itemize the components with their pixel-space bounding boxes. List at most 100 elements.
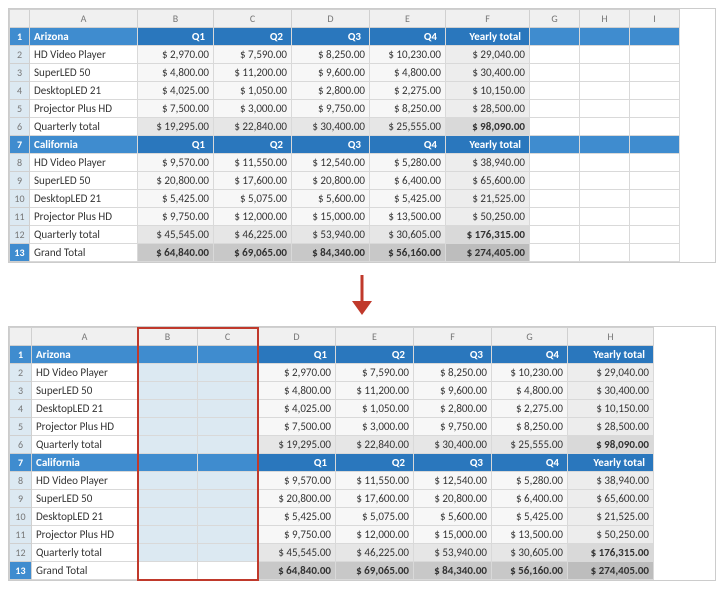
col-header[interactable]: G [530, 10, 580, 28]
row-header[interactable]: 12 [10, 226, 30, 244]
cell-value[interactable]: $ 46,225.00 [214, 226, 292, 244]
cell-value[interactable]: $ 4,025.00 [258, 400, 336, 418]
cell-value[interactable]: $ 20,800.00 [258, 490, 336, 508]
cell-yearly-total[interactable]: $ 274,405.00 [568, 562, 654, 580]
cell-yearly-total[interactable]: $ 28,500.00 [568, 418, 654, 436]
cell-value[interactable]: $ 20,800.00 [414, 490, 492, 508]
cell-value[interactable]: $ 9,600.00 [292, 64, 370, 82]
cell-value[interactable]: $ 56,160.00 [370, 244, 446, 262]
cell-value[interactable]: $ 12,540.00 [292, 154, 370, 172]
grand-total-label[interactable]: Grand Total [30, 244, 138, 262]
cell-value[interactable]: $ 5,425.00 [138, 190, 214, 208]
col-header[interactable]: I [630, 10, 680, 28]
blank-cell[interactable] [198, 382, 258, 400]
cell-value[interactable]: $ 5,600.00 [414, 508, 492, 526]
cell-value[interactable]: $ 3,000.00 [336, 418, 414, 436]
cell-value[interactable]: $ 64,840.00 [138, 244, 214, 262]
blank-cell[interactable] [198, 454, 258, 472]
cell-value[interactable]: $ 46,225.00 [336, 544, 414, 562]
cell-value[interactable]: $ 9,600.00 [414, 382, 492, 400]
col-q3[interactable]: Q3 [292, 28, 370, 46]
blank-cell[interactable] [198, 472, 258, 490]
cell-value[interactable]: $ 45,545.00 [258, 544, 336, 562]
quarterly-total-label[interactable]: Quarterly total [30, 118, 138, 136]
cell-value[interactable]: $ 20,800.00 [138, 172, 214, 190]
grand-total-label[interactable]: Grand Total [32, 562, 138, 580]
cell-yearly-total[interactable]: $ 65,600.00 [446, 172, 530, 190]
cell-value[interactable]: $ 15,000.00 [414, 526, 492, 544]
cell-value[interactable]: $ 30,605.00 [492, 544, 568, 562]
col-header[interactable]: F [446, 10, 530, 28]
blank-cell[interactable] [138, 436, 198, 454]
blank-cell[interactable] [198, 490, 258, 508]
cell-value[interactable]: $ 12,000.00 [336, 526, 414, 544]
cell[interactable] [530, 64, 580, 82]
cell-value[interactable]: $ 10,230.00 [492, 364, 568, 382]
cell-value[interactable]: $ 5,600.00 [292, 190, 370, 208]
blank-cell[interactable] [138, 544, 198, 562]
cell[interactable] [630, 208, 680, 226]
cell[interactable] [580, 172, 630, 190]
product-name[interactable]: DesktopLED 21 [32, 400, 138, 418]
col-q2[interactable]: Q2 [214, 28, 292, 46]
product-name[interactable]: SuperLED 50 [30, 172, 138, 190]
cell-value[interactable]: $ 13,500.00 [370, 208, 446, 226]
row-header[interactable]: 8 [10, 154, 30, 172]
cell-value[interactable]: $ 4,025.00 [138, 82, 214, 100]
col-q1[interactable]: Q1 [258, 454, 336, 472]
cell[interactable] [630, 226, 680, 244]
blank-cell[interactable] [198, 544, 258, 562]
col-header[interactable]: H [580, 10, 630, 28]
cell-value[interactable]: $ 9,750.00 [414, 418, 492, 436]
cell-value[interactable]: $ 30,605.00 [370, 226, 446, 244]
product-name[interactable]: Projector Plus HD [32, 526, 138, 544]
col-q3[interactable]: Q3 [414, 346, 492, 364]
cell[interactable] [530, 46, 580, 64]
region-header[interactable]: Arizona [30, 28, 138, 46]
quarterly-total-label[interactable]: Quarterly total [32, 544, 138, 562]
cell[interactable] [630, 64, 680, 82]
blank-cell[interactable] [138, 454, 198, 472]
cell[interactable] [580, 28, 630, 46]
cell[interactable] [630, 190, 680, 208]
row-header[interactable]: 7 [10, 136, 30, 154]
cell[interactable] [630, 154, 680, 172]
cell-value[interactable]: $ 17,600.00 [336, 490, 414, 508]
col-header[interactable]: F [414, 328, 492, 346]
cell-value[interactable]: $ 7,590.00 [214, 46, 292, 64]
row-header[interactable]: 3 [10, 382, 32, 400]
product-name[interactable]: SuperLED 50 [32, 382, 138, 400]
row-header[interactable]: 11 [10, 208, 30, 226]
row-header[interactable]: 5 [10, 418, 32, 436]
cell-value[interactable]: $ 2,800.00 [292, 82, 370, 100]
cell[interactable] [580, 154, 630, 172]
cell-value[interactable]: $ 6,400.00 [370, 172, 446, 190]
row-header[interactable]: 5 [10, 100, 30, 118]
cell-value[interactable]: $ 5,280.00 [492, 472, 568, 490]
blank-cell[interactable] [138, 490, 198, 508]
row-header[interactable]: 11 [10, 526, 32, 544]
cell-value[interactable]: $ 1,050.00 [214, 82, 292, 100]
cell-value[interactable]: $ 11,550.00 [214, 154, 292, 172]
cell[interactable] [580, 208, 630, 226]
cell-yearly-total[interactable]: $ 29,040.00 [446, 46, 530, 64]
cell-value[interactable]: $ 22,840.00 [214, 118, 292, 136]
col-header[interactable]: D [292, 10, 370, 28]
blank-cell[interactable] [198, 400, 258, 418]
row-header[interactable]: 6 [10, 436, 32, 454]
blank-cell[interactable] [198, 526, 258, 544]
col-header[interactable] [10, 328, 32, 346]
blank-cell[interactable] [138, 364, 198, 382]
col-header[interactable]: C [198, 328, 258, 346]
cell-yearly-total[interactable]: $ 176,315.00 [568, 544, 654, 562]
cell-value[interactable]: $ 2,275.00 [370, 82, 446, 100]
row-header[interactable]: 2 [10, 364, 32, 382]
blank-cell[interactable] [198, 418, 258, 436]
cell-yearly-total[interactable]: $ 10,150.00 [568, 400, 654, 418]
cell-value[interactable]: $ 12,540.00 [414, 472, 492, 490]
row-header[interactable]: 7 [10, 454, 32, 472]
row-header[interactable]: 6 [10, 118, 30, 136]
col-header[interactable]: H [568, 328, 654, 346]
cell-value[interactable]: $ 7,590.00 [336, 364, 414, 382]
col-header[interactable] [10, 10, 30, 28]
